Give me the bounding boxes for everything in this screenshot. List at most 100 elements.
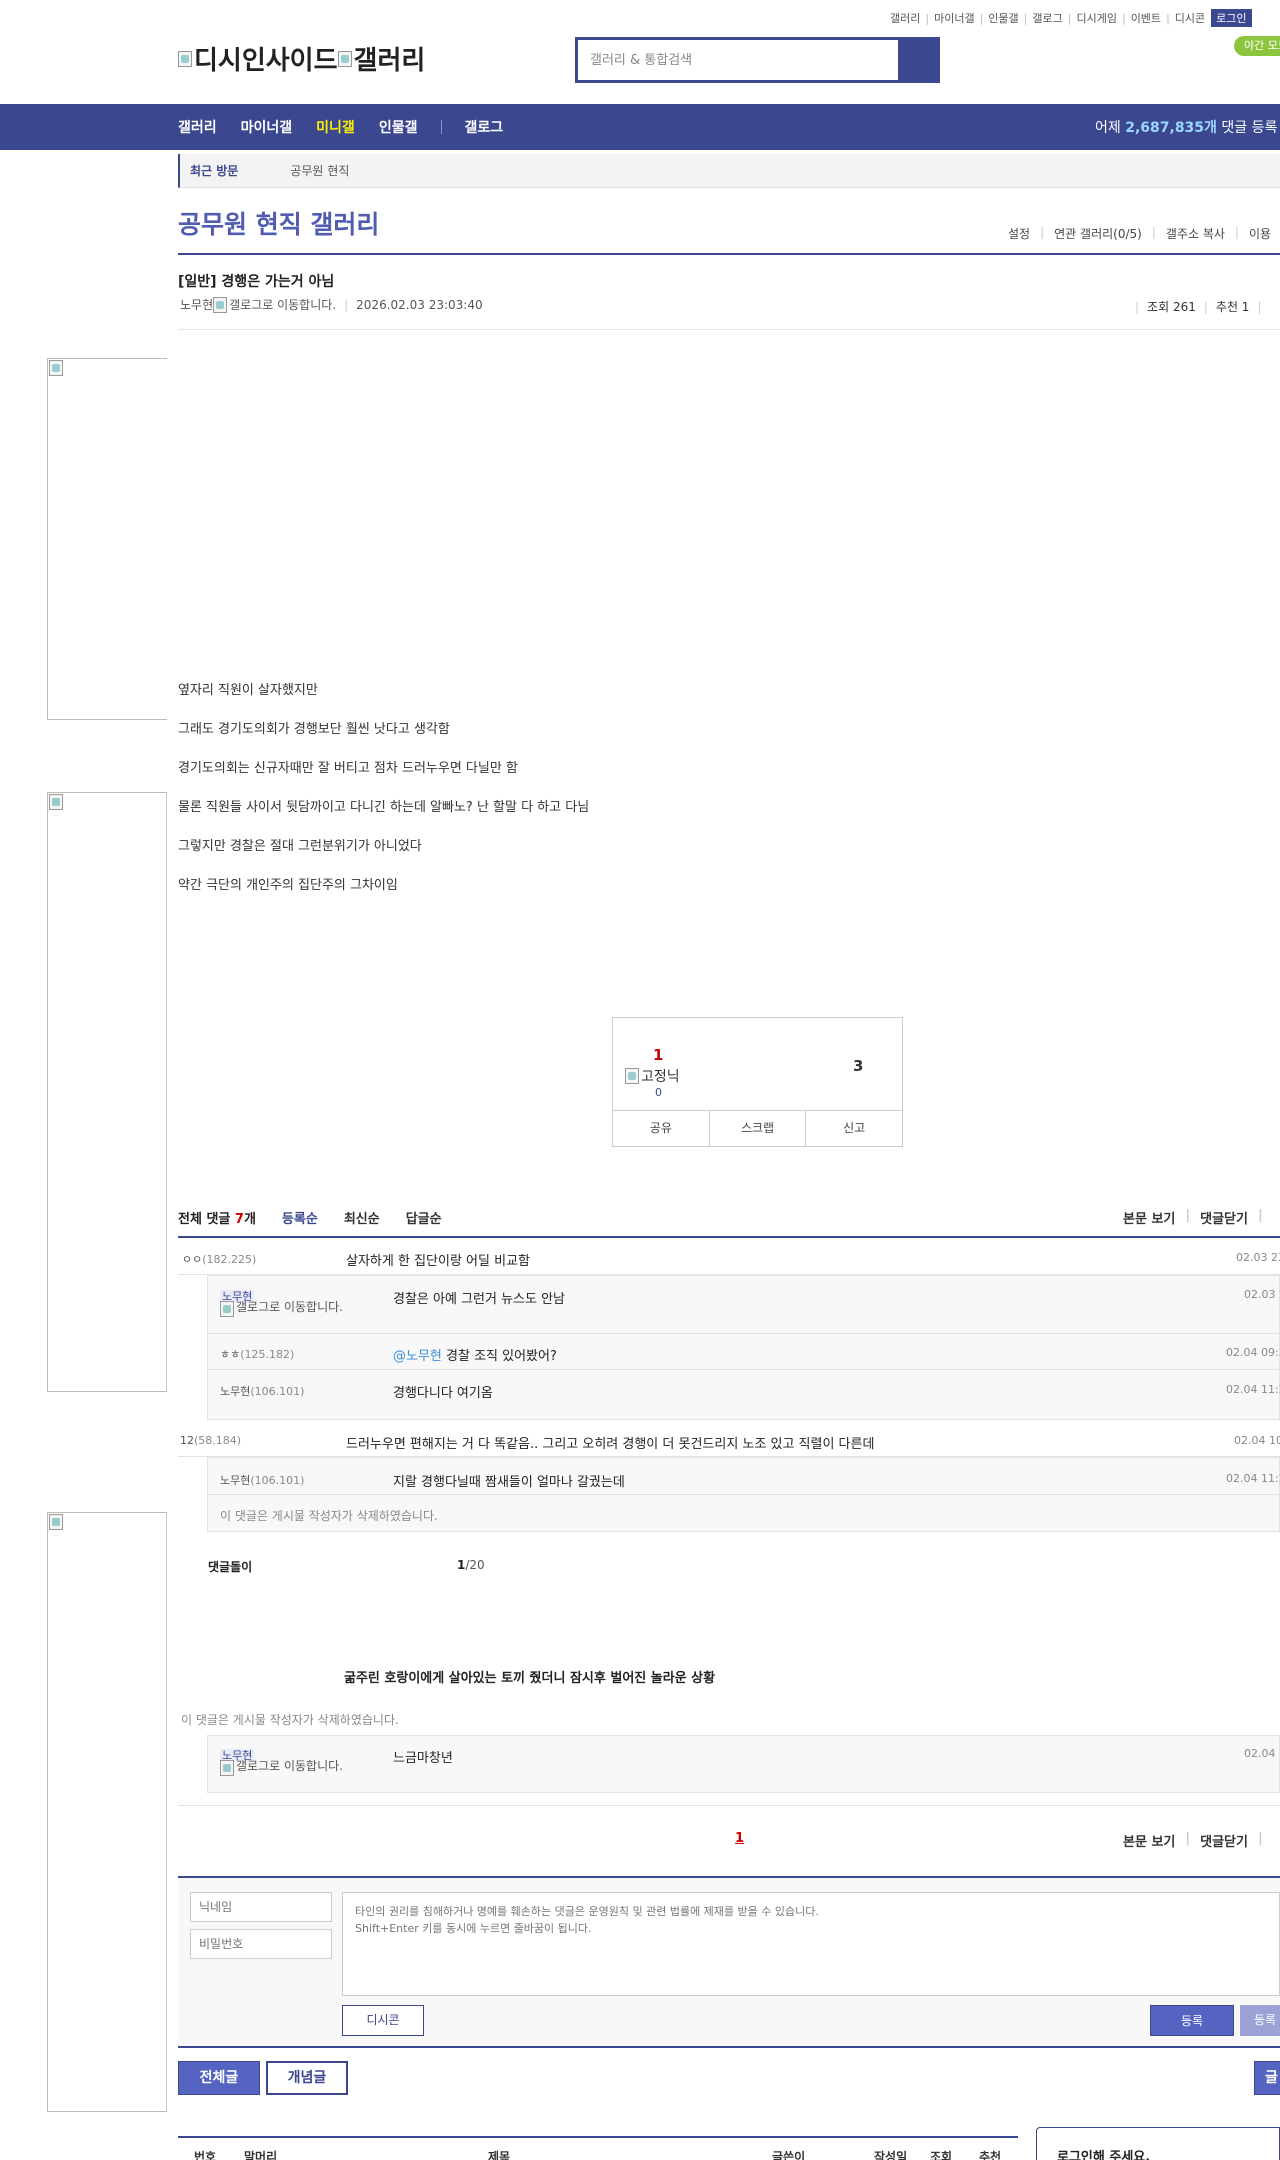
gallery-usage[interactable]: 이용 [1249,225,1271,242]
col-head: 말머리 [244,2150,278,2160]
nav-gallog[interactable]: 갤로그 [464,117,503,137]
sort-registered[interactable]: 등록순 [282,1208,318,1227]
comment-textarea[interactable] [342,1892,1280,1996]
reply-text: 경찰은 아예 그런거 뉴스도 안남 [393,1292,566,1307]
side-ad-3[interactable] [47,1512,167,2112]
sort-latest[interactable]: 최신순 [344,1208,380,1227]
reply-date: 02.03 2 [1244,1288,1280,1301]
view-body-button[interactable]: 본문 보기 [1123,1831,1175,1850]
broken-image-icon [220,1301,234,1317]
col-views: 조회 [930,2150,953,2160]
nav-minor[interactable]: 마이너갤 [241,117,293,137]
comment-submit-button[interactable]: 등록 [1150,2005,1234,2036]
main-nav: 갤러리 마이너갤 미니갤 인물갤 갤로그 어제 2,687,835개 댓글 등록 [0,104,1280,150]
comment-ad-title[interactable]: 굶주린 호랑이에게 살아있는 토끼 줬더니 잠시후 벌어진 놀라운 상황 [344,1667,715,1686]
gallog-icon[interactable] [213,296,228,313]
reply-text: @노무현 경찰 조직 있어봤어? [393,1349,557,1364]
reply-box: 노무현 갤로그로 이동합니다. 느금마창년 02.04 [207,1735,1280,1793]
top-link-dccon[interactable]: 디시콘 [1175,10,1205,26]
nav-gallery[interactable]: 갤러리 [178,117,217,137]
gallery-settings[interactable]: 설정 [1008,225,1030,242]
gallog-link[interactable]: 갤로그로 이동합니다. [220,1301,360,1317]
fixed-nick-recommend[interactable]: 고정닉 [625,1066,680,1086]
view-body-button[interactable]: 본문 보기 [1123,1208,1175,1227]
reply-text: 지랄 경행다닐때 짬새들이 얼마나 갈궜는데 [393,1475,625,1490]
reply-date: 02.04 09:2 [1226,1346,1280,1359]
recent-visit-bar: 최근 방문 공무원 현직 [178,154,1280,188]
report-button[interactable]: 신고 [806,1111,902,1146]
password-input[interactable] [190,1929,332,1959]
gallery-title[interactable]: 공무원 현직 갤러리 [178,205,379,241]
comment-nick[interactable]: ㅇㅇ(182.225) [182,1251,256,1267]
nav-mini[interactable]: 미니갤 [316,117,355,137]
comment-write-box: 디시콘 등록 등록 [178,1876,1280,2048]
nickname-input[interactable] [190,1892,332,1922]
reply-nick[interactable]: 노무현(106.101) [220,1472,304,1488]
recommend-down-count[interactable]: 3 [853,1057,863,1075]
comment-dolli-page: 1/20 [457,1558,485,1572]
comment-total: 전체 댓글 7개 [178,1212,256,1227]
reply-nick[interactable]: 노무현(106.101) [220,1383,304,1399]
dccon-button[interactable]: 디시콘 [342,2005,424,2036]
search-input[interactable] [578,40,898,80]
all-posts-button[interactable]: 전체글 [178,2061,260,2095]
comment-footer-tools: 본문 보기 | 댓글닫기 | [1123,1831,1263,1850]
post-list-header: 번호 말머리 제목 글쓴이 작성일 조회 추천 [178,2136,1018,2160]
recommend-up-count[interactable]: 1 [653,1046,663,1064]
share-button[interactable]: 공유 [613,1111,710,1146]
recent-visit-item[interactable]: 공무원 현직 [290,162,349,179]
comment-stat: 어제 2,687,835개 댓글 등록 [1095,120,1278,136]
post-body-line: 물론 직원들 사이서 뒷담까이고 다니긴 하는데 알빠노? 난 할말 다 하고 … [178,800,590,815]
deleted-comment: 이 댓글은 게시물 작성자가 삭제하였습니다. [181,1713,399,1727]
comment-divider [178,1805,1280,1806]
top-link-gallery[interactable]: 갤러리 [890,10,920,26]
side-ad-1[interactable] [47,358,167,720]
gallog-link[interactable]: 갤로그로 이동합니다. [220,1760,360,1776]
search-box [575,37,940,83]
broken-image-icon [625,1068,639,1084]
broken-image-icon [220,1760,234,1776]
post-title: [일반] 경행은 가는거 아님 [178,274,335,290]
search-button[interactable] [898,40,937,80]
broken-image-icon [49,794,63,810]
post-header-divider [178,329,1280,330]
comment-date: 02.04 10 [1234,1434,1280,1447]
post-date: 2026.02.03 23:03:40 [356,297,483,312]
sort-replies[interactable]: 답글순 [406,1208,442,1227]
mention-link[interactable]: @노무현 [393,1349,442,1364]
close-comments-button[interactable]: 댓글닫기 [1200,1831,1248,1850]
comment-nick[interactable]: 12(58.184) [180,1434,241,1447]
top-link-event[interactable]: 이벤트 [1131,10,1161,26]
top-link-person[interactable]: 인물갤 [988,10,1018,26]
gallog-alt: 갤로그로 이동합니다. [229,298,337,312]
reply-row: 이 댓글은 게시물 작성자가 삭제하였습니다. [208,1495,1279,1532]
side-ad-2[interactable] [47,792,167,1392]
write-post-button[interactable]: 글 [1254,2061,1280,2095]
nav-divider [441,120,443,134]
comment-row: ㅇㅇ(182.225) 살자하게 한 집단이랑 어딜 비교함 02.03 23: [178,1238,1280,1275]
comment-submit-secondary-button[interactable]: 등록 [1240,2005,1280,2036]
login-button[interactable]: 로그인 [1211,9,1252,27]
reply-date: 02.04 [1244,1747,1276,1760]
scrap-button[interactable]: 스크랩 [710,1111,807,1146]
post-body-line: 경기도의회는 신규자때만 잘 버티고 점차 드러누우면 다닐만 함 [178,761,518,776]
night-mode-toggle[interactable]: 야간 모드 [1234,36,1280,56]
top-link-minor[interactable]: 마이너갤 [934,10,974,26]
copy-gallery-url[interactable]: 갤주소 복사 [1166,225,1225,242]
login-box[interactable]: 로그인해 주세요. [1036,2127,1280,2160]
comment-page-current[interactable]: 1 [735,1831,744,1846]
recent-visit-label: 최근 방문 [190,164,239,178]
top-link-gallog[interactable]: 갤로그 [1032,10,1062,26]
related-gallery[interactable]: 연관 갤러리(0/5) [1054,225,1142,242]
reply-nick[interactable]: ㅎㅎ(125.182) [220,1346,294,1362]
site-logo[interactable]: 디시인사이드 갤러리 [178,40,425,77]
col-title: 제목 [488,2150,511,2160]
reply-row: 노무현 갤로그로 이동합니다. 느금마창년 02.04 [208,1736,1279,1793]
concept-posts-button[interactable]: 개념글 [266,2061,348,2095]
post-author[interactable]: 노무현 [180,296,213,313]
reply-row: 노무현(106.101) 경행다니다 여기옴 02.04 11:2 [208,1370,1280,1407]
top-link-game[interactable]: 디시게임 [1076,10,1116,26]
close-comments-button[interactable]: 댓글닫기 [1200,1208,1248,1227]
top-utility-bar: 갤러리 | 마이너갤 | 인물갤 | 갤로그 | 디시게임 | 이벤트 | 디시콘 로그인 [890,8,1280,28]
nav-person[interactable]: 인물갤 [379,117,418,137]
